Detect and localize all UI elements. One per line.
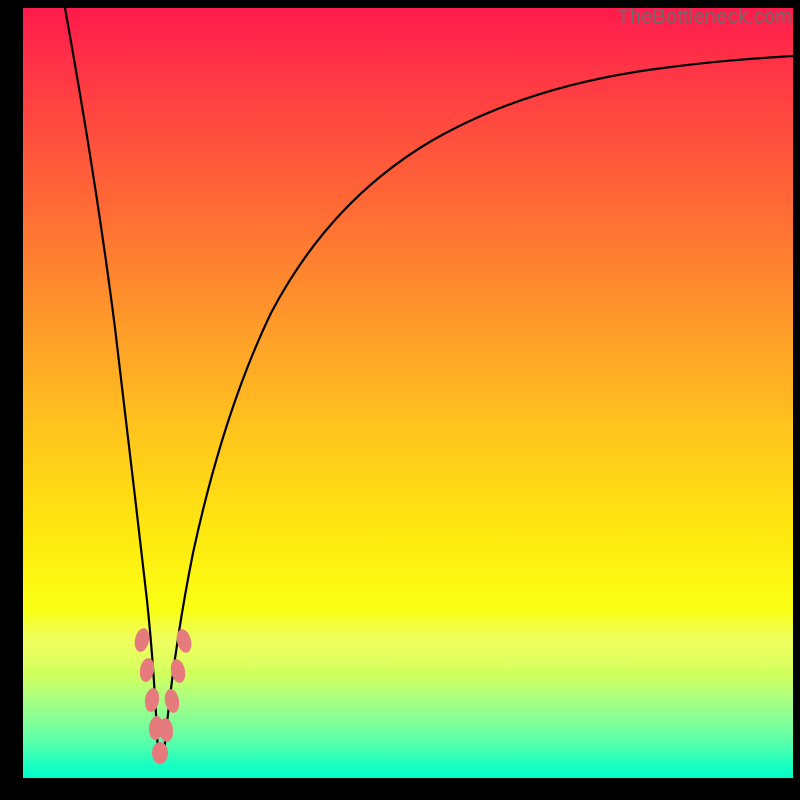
trough-marker [152, 742, 168, 764]
trough-marker [143, 687, 160, 713]
trough-marker [163, 688, 181, 714]
curve-overlay [23, 8, 793, 778]
plot-area [23, 8, 793, 778]
chart-frame: TheBottleneck.com [0, 0, 800, 800]
trough-marker [133, 627, 152, 653]
right-branch-line [164, 56, 793, 753]
trough-marker-group [133, 627, 194, 764]
watermark-text: TheBottleneck.com [617, 6, 792, 29]
